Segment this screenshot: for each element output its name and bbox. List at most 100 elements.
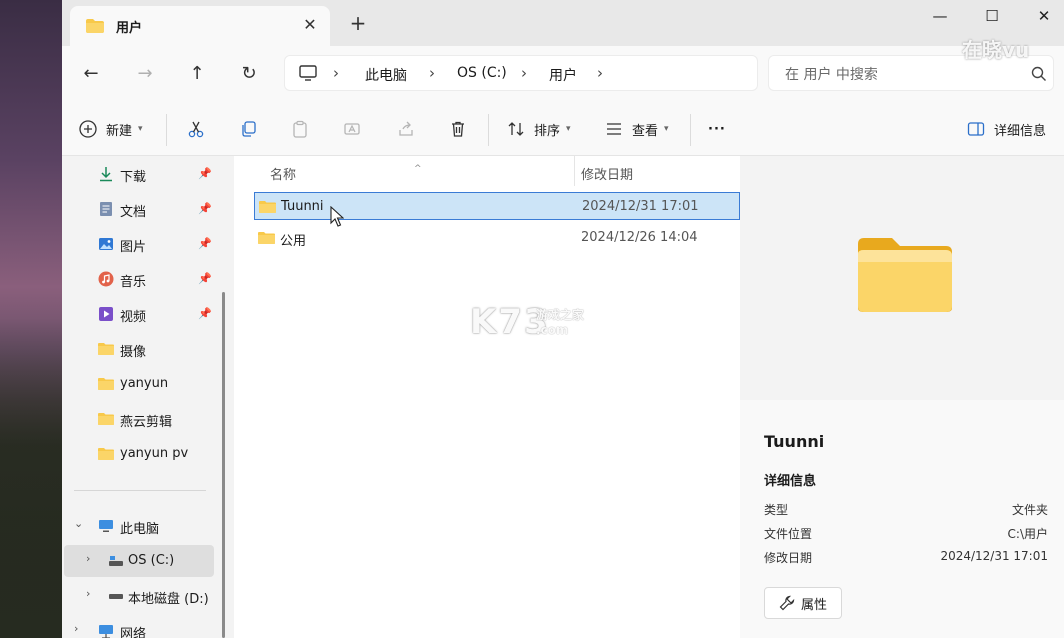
- maximize-button[interactable]: ☐: [972, 4, 1012, 28]
- chevron-down-icon: ▾: [664, 124, 669, 134]
- computer-icon: [99, 520, 113, 532]
- more-button[interactable]: ···: [708, 115, 726, 143]
- rename-button[interactable]: [342, 115, 362, 143]
- detail-key: 修改日期: [764, 551, 813, 565]
- file-name: 公用: [280, 234, 307, 249]
- up-icon[interactable]: ↑: [182, 60, 212, 88]
- chevron-right-icon[interactable]: ›: [521, 64, 527, 82]
- sidebar-item-os-c[interactable]: › OS (C:): [64, 545, 214, 577]
- sort-button[interactable]: 排序 ▾: [506, 115, 571, 143]
- watermark-sub: 游戏之家 .com: [536, 306, 584, 337]
- chevron-down-icon: ▾: [138, 124, 143, 134]
- trash-icon: [448, 119, 468, 139]
- address-row: ← → ↑ ↻ › 此电脑 › OS (C:) › 用户 ›: [62, 46, 1064, 102]
- folder-icon: [98, 343, 114, 355]
- site-watermark: K73 游戏之家 .com: [470, 302, 584, 342]
- close-window-button[interactable]: ✕: [1024, 4, 1064, 28]
- detail-value: 文件夹: [1011, 503, 1048, 517]
- nav-scrollbar[interactable]: [222, 292, 225, 638]
- sidebar-item-label: 此电脑: [120, 522, 160, 537]
- properties-label: 属性: [800, 597, 827, 613]
- file-date: 2024/12/31 17:01: [582, 199, 699, 214]
- breadcrumb-os-c[interactable]: OS (C:): [457, 65, 507, 81]
- sidebar-item-network[interactable]: › 网络: [62, 615, 222, 638]
- sidebar-item-folder[interactable]: yanyun: [62, 368, 222, 400]
- minimize-button[interactable]: —: [920, 4, 960, 28]
- tab-users[interactable]: 用户 ✕: [70, 6, 330, 46]
- column-header-name[interactable]: 名称 ^: [234, 156, 574, 186]
- sidebar-item-pictures[interactable]: 图片 📌: [62, 228, 222, 260]
- chevron-right-icon[interactable]: ›: [86, 587, 90, 600]
- pin-icon[interactable]: 📌: [198, 237, 212, 250]
- sidebar-item-label: 燕云剪辑: [120, 415, 173, 430]
- sidebar-item-drive-d[interactable]: › 本地磁盘 (D:): [62, 580, 222, 612]
- sidebar-item-music[interactable]: 音乐 📌: [62, 263, 222, 295]
- desktop-wallpaper: [0, 0, 62, 638]
- chevron-right-icon[interactable]: ›: [597, 64, 603, 82]
- column-header-label: 名称: [270, 168, 297, 183]
- details-title: Tuunni: [764, 432, 825, 451]
- back-icon[interactable]: ←: [76, 60, 106, 88]
- chevron-right-icon[interactable]: ›: [333, 64, 339, 82]
- folder-icon: [259, 201, 276, 213]
- pin-icon[interactable]: 📌: [198, 307, 212, 320]
- properties-button[interactable]: 属性: [764, 587, 842, 619]
- chevron-down-icon: ▾: [566, 124, 571, 134]
- file-explorer-window: 用户 ✕ + — ☐ ✕ ← → ↑ ↻ › 此电脑 › OS (C:) › 用…: [62, 0, 1064, 638]
- sidebar-item-documents[interactable]: 文档 📌: [62, 193, 222, 225]
- chevron-right-icon[interactable]: ›: [429, 64, 435, 82]
- toolbar-divider: [690, 114, 691, 146]
- toolbar-divider: [488, 114, 489, 146]
- sidebar-item-videos[interactable]: 视频 📌: [62, 298, 222, 330]
- view-button[interactable]: 查看 ▾: [604, 115, 669, 143]
- clipboard-icon: [290, 119, 310, 139]
- sidebar-item-folder[interactable]: 燕云剪辑: [62, 403, 222, 435]
- column-header-date[interactable]: 修改日期: [575, 156, 740, 186]
- refresh-icon[interactable]: ↻: [234, 60, 264, 88]
- folder-icon: [98, 448, 114, 460]
- sidebar-item-label: 下载: [120, 170, 147, 185]
- search-input[interactable]: [783, 64, 1017, 86]
- address-bar[interactable]: › 此电脑 › OS (C:) › 用户 ›: [284, 55, 758, 91]
- chevron-right-icon[interactable]: ›: [74, 622, 78, 635]
- detail-value: C:\用户: [1007, 527, 1048, 541]
- drive-icon: [109, 556, 123, 566]
- rename-icon: [342, 119, 362, 139]
- delete-button[interactable]: [448, 115, 468, 143]
- new-tab-icon[interactable]: +: [346, 11, 370, 35]
- toolbar-divider: [166, 114, 167, 146]
- copy-button[interactable]: [238, 115, 258, 143]
- nav-divider: [74, 490, 206, 491]
- pin-icon[interactable]: 📌: [198, 167, 212, 180]
- drive-icon: [109, 594, 123, 599]
- sidebar-item-this-pc[interactable]: ⌄ 此电脑: [62, 510, 222, 542]
- sort-icon: [506, 119, 526, 139]
- folder-icon: [86, 19, 104, 33]
- chevron-down-icon[interactable]: ⌄: [74, 517, 83, 530]
- wallpaper-trees: [0, 318, 62, 638]
- details-pane: Tuunni 详细信息 类型 文件夹 文件位置 C:\用户 修改日期 2024/…: [740, 156, 1064, 638]
- breadcrumb-users[interactable]: 用户: [549, 65, 577, 85]
- sidebar-item-folder[interactable]: yanyun pv: [62, 438, 222, 470]
- sidebar-item-label: 摄像: [120, 345, 147, 360]
- new-button[interactable]: 新建 ▾: [78, 115, 143, 143]
- details-pane-button[interactable]: 详细信息: [966, 115, 1046, 143]
- chevron-right-icon[interactable]: ›: [86, 552, 90, 565]
- table-row[interactable]: 公用 2024/12/26 14:04: [254, 224, 740, 252]
- details-label: 详细信息: [994, 123, 1047, 139]
- breadcrumb-this-pc[interactable]: 此电脑: [365, 65, 407, 85]
- details-pane-icon: [966, 119, 986, 139]
- forward-icon[interactable]: →: [130, 60, 160, 88]
- table-row[interactable]: Tuunni 2024/12/31 17:01: [254, 192, 740, 220]
- close-tab-icon[interactable]: ✕: [298, 13, 322, 37]
- sidebar-item-folder[interactable]: 摄像: [62, 333, 222, 365]
- pin-icon[interactable]: 📌: [198, 202, 212, 215]
- sidebar-item-downloads[interactable]: 下载 📌: [62, 158, 222, 190]
- folder-icon: [858, 238, 952, 312]
- scissors-icon: [186, 119, 206, 139]
- cut-button[interactable]: [186, 115, 206, 143]
- share-button[interactable]: [396, 115, 416, 143]
- paste-button[interactable]: [290, 115, 310, 143]
- new-label: 新建: [106, 123, 133, 139]
- pin-icon[interactable]: 📌: [198, 272, 212, 285]
